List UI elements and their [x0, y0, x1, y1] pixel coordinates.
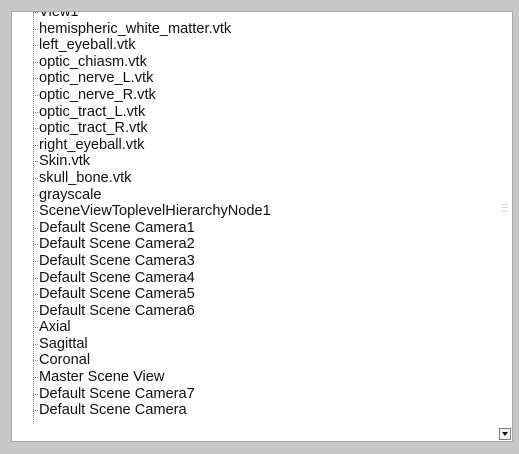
grip-lines-icon[interactable]	[502, 204, 508, 212]
tree-item[interactable]: skull_bone.vtk	[12, 170, 498, 187]
tree-item[interactable]: Default Scene Camera7	[12, 386, 498, 403]
tree-item[interactable]: Default Scene Camera6	[12, 303, 498, 320]
tree-item[interactable]: Skin.vtk	[12, 153, 498, 170]
tree-item[interactable]: Default Scene Camera4	[12, 270, 498, 287]
vertical-scrollbar[interactable]	[498, 12, 512, 441]
tree-item[interactable]: View1	[12, 12, 498, 21]
tree-item[interactable]: Default Scene Camera1	[12, 220, 498, 237]
tree-item[interactable]: Axial	[12, 319, 498, 336]
tree-item[interactable]: optic_nerve_R.vtk	[12, 87, 498, 104]
tree-item[interactable]: Default Scene Camera2	[12, 236, 498, 253]
tree-item[interactable]: right_eyeball.vtk	[12, 137, 498, 154]
tree-item[interactable]: optic_tract_L.vtk	[12, 104, 498, 121]
tree-item[interactable]: Default Scene Camera	[12, 402, 498, 419]
tree-item[interactable]: optic_chiasm.vtk	[12, 54, 498, 71]
tree-item[interactable]: Coronal	[12, 352, 498, 369]
tree-item[interactable]: Master Scene View	[12, 369, 498, 386]
tree-item[interactable]: Sagittal	[12, 336, 498, 353]
tree-list: View1 hemispheric_white_matter.vtk left_…	[12, 12, 498, 424]
tree-item[interactable]: left_eyeball.vtk	[12, 37, 498, 54]
tree-item[interactable]: SceneViewToplevelHierarchyNode1	[12, 203, 498, 220]
scroll-down-arrow-icon[interactable]	[499, 428, 511, 440]
window-background: View1 hemispheric_white_matter.vtk left_…	[0, 0, 519, 454]
tree-item[interactable]: grayscale	[12, 187, 498, 204]
tree-item[interactable]: optic_tract_R.vtk	[12, 120, 498, 137]
tree-item[interactable]: hemispheric_white_matter.vtk	[12, 21, 498, 38]
tree-item[interactable]: Default Scene Camera3	[12, 253, 498, 270]
tree-item[interactable]: optic_nerve_L.vtk	[12, 70, 498, 87]
tree-list-panel[interactable]: View1 hemispheric_white_matter.vtk left_…	[11, 11, 513, 442]
tree-item[interactable]: Default Scene Camera5	[12, 286, 498, 303]
